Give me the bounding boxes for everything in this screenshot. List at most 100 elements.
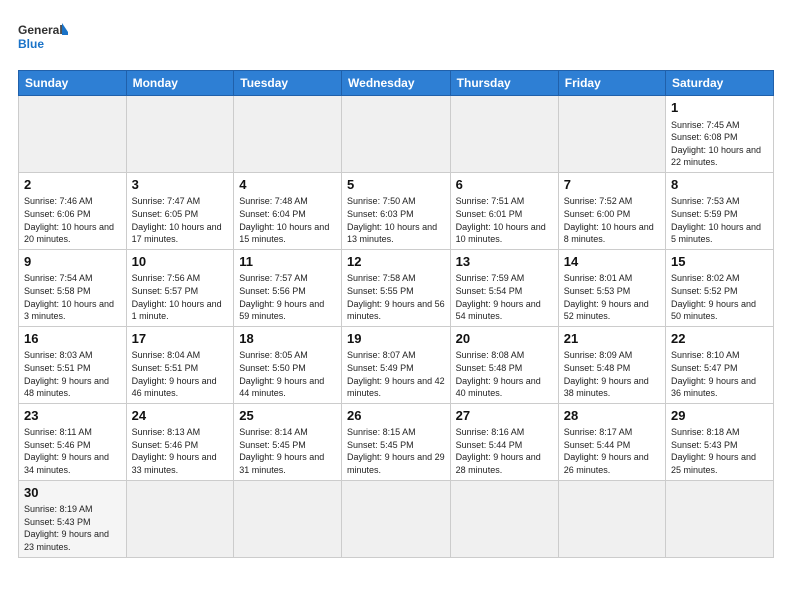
col-saturday: Saturday <box>666 71 774 96</box>
day-info: Sunrise: 8:16 AMSunset: 5:44 PMDaylight:… <box>456 426 553 476</box>
calendar-cell: 23Sunrise: 8:11 AMSunset: 5:46 PMDayligh… <box>19 403 127 480</box>
calendar-cell: 5Sunrise: 7:50 AMSunset: 6:03 PMDaylight… <box>342 172 451 249</box>
calendar-cell: 7Sunrise: 7:52 AMSunset: 6:00 PMDaylight… <box>558 172 665 249</box>
day-number: 28 <box>564 407 660 425</box>
week-row: 2Sunrise: 7:46 AMSunset: 6:06 PMDaylight… <box>19 172 774 249</box>
day-number: 27 <box>456 407 553 425</box>
calendar-cell <box>234 480 342 557</box>
calendar-cell: 22Sunrise: 8:10 AMSunset: 5:47 PMDayligh… <box>666 326 774 403</box>
calendar-cell: 6Sunrise: 7:51 AMSunset: 6:01 PMDaylight… <box>450 172 558 249</box>
calendar-cell: 19Sunrise: 8:07 AMSunset: 5:49 PMDayligh… <box>342 326 451 403</box>
calendar-cell: 25Sunrise: 8:14 AMSunset: 5:45 PMDayligh… <box>234 403 342 480</box>
calendar-cell: 18Sunrise: 8:05 AMSunset: 5:50 PMDayligh… <box>234 326 342 403</box>
calendar-cell <box>666 480 774 557</box>
day-info: Sunrise: 8:13 AMSunset: 5:46 PMDaylight:… <box>132 426 229 476</box>
day-info: Sunrise: 8:09 AMSunset: 5:48 PMDaylight:… <box>564 349 660 399</box>
col-thursday: Thursday <box>450 71 558 96</box>
calendar-cell <box>450 96 558 173</box>
calendar-cell: 20Sunrise: 8:08 AMSunset: 5:48 PMDayligh… <box>450 326 558 403</box>
day-info: Sunrise: 8:04 AMSunset: 5:51 PMDaylight:… <box>132 349 229 399</box>
calendar: Sunday Monday Tuesday Wednesday Thursday… <box>18 70 774 558</box>
calendar-cell: 30Sunrise: 8:19 AMSunset: 5:43 PMDayligh… <box>19 480 127 557</box>
header-row: Sunday Monday Tuesday Wednesday Thursday… <box>19 71 774 96</box>
week-row: 16Sunrise: 8:03 AMSunset: 5:51 PMDayligh… <box>19 326 774 403</box>
day-number: 23 <box>24 407 121 425</box>
day-info: Sunrise: 8:11 AMSunset: 5:46 PMDaylight:… <box>24 426 121 476</box>
calendar-cell: 8Sunrise: 7:53 AMSunset: 5:59 PMDaylight… <box>666 172 774 249</box>
calendar-cell <box>126 480 234 557</box>
calendar-cell: 21Sunrise: 8:09 AMSunset: 5:48 PMDayligh… <box>558 326 665 403</box>
day-number: 16 <box>24 330 121 348</box>
calendar-cell: 2Sunrise: 7:46 AMSunset: 6:06 PMDaylight… <box>19 172 127 249</box>
day-number: 5 <box>347 176 445 194</box>
day-info: Sunrise: 8:18 AMSunset: 5:43 PMDaylight:… <box>671 426 768 476</box>
day-number: 30 <box>24 484 121 502</box>
day-number: 10 <box>132 253 229 271</box>
week-row: 30Sunrise: 8:19 AMSunset: 5:43 PMDayligh… <box>19 480 774 557</box>
day-number: 14 <box>564 253 660 271</box>
day-number: 25 <box>239 407 336 425</box>
day-number: 26 <box>347 407 445 425</box>
week-row: 9Sunrise: 7:54 AMSunset: 5:58 PMDaylight… <box>19 249 774 326</box>
calendar-cell: 4Sunrise: 7:48 AMSunset: 6:04 PMDaylight… <box>234 172 342 249</box>
calendar-cell <box>558 480 665 557</box>
day-number: 29 <box>671 407 768 425</box>
calendar-cell: 27Sunrise: 8:16 AMSunset: 5:44 PMDayligh… <box>450 403 558 480</box>
calendar-cell <box>19 96 127 173</box>
day-info: Sunrise: 7:59 AMSunset: 5:54 PMDaylight:… <box>456 272 553 322</box>
day-number: 7 <box>564 176 660 194</box>
calendar-cell <box>342 480 451 557</box>
day-info: Sunrise: 7:52 AMSunset: 6:00 PMDaylight:… <box>564 195 660 245</box>
day-info: Sunrise: 8:17 AMSunset: 5:44 PMDaylight:… <box>564 426 660 476</box>
day-info: Sunrise: 7:56 AMSunset: 5:57 PMDaylight:… <box>132 272 229 322</box>
day-info: Sunrise: 8:08 AMSunset: 5:48 PMDaylight:… <box>456 349 553 399</box>
svg-text:General: General <box>18 23 63 37</box>
calendar-cell: 26Sunrise: 8:15 AMSunset: 5:45 PMDayligh… <box>342 403 451 480</box>
logo-svg: General Blue <box>18 18 68 60</box>
day-number: 19 <box>347 330 445 348</box>
col-monday: Monday <box>126 71 234 96</box>
day-info: Sunrise: 7:48 AMSunset: 6:04 PMDaylight:… <box>239 195 336 245</box>
day-number: 24 <box>132 407 229 425</box>
calendar-cell: 3Sunrise: 7:47 AMSunset: 6:05 PMDaylight… <box>126 172 234 249</box>
day-number: 1 <box>671 99 768 117</box>
col-friday: Friday <box>558 71 665 96</box>
day-number: 12 <box>347 253 445 271</box>
day-info: Sunrise: 7:58 AMSunset: 5:55 PMDaylight:… <box>347 272 445 322</box>
calendar-cell: 13Sunrise: 7:59 AMSunset: 5:54 PMDayligh… <box>450 249 558 326</box>
calendar-cell: 29Sunrise: 8:18 AMSunset: 5:43 PMDayligh… <box>666 403 774 480</box>
page: General Blue Sunday Monday Tuesday Wedne… <box>0 0 792 612</box>
day-info: Sunrise: 8:01 AMSunset: 5:53 PMDaylight:… <box>564 272 660 322</box>
day-info: Sunrise: 7:50 AMSunset: 6:03 PMDaylight:… <box>347 195 445 245</box>
day-number: 8 <box>671 176 768 194</box>
calendar-cell: 12Sunrise: 7:58 AMSunset: 5:55 PMDayligh… <box>342 249 451 326</box>
calendar-cell: 28Sunrise: 8:17 AMSunset: 5:44 PMDayligh… <box>558 403 665 480</box>
header: General Blue <box>18 18 774 60</box>
day-info: Sunrise: 8:15 AMSunset: 5:45 PMDaylight:… <box>347 426 445 476</box>
calendar-cell: 15Sunrise: 8:02 AMSunset: 5:52 PMDayligh… <box>666 249 774 326</box>
day-number: 20 <box>456 330 553 348</box>
day-number: 21 <box>564 330 660 348</box>
day-info: Sunrise: 8:02 AMSunset: 5:52 PMDaylight:… <box>671 272 768 322</box>
day-info: Sunrise: 7:54 AMSunset: 5:58 PMDaylight:… <box>24 272 121 322</box>
calendar-cell: 1 Sunrise: 7:45 AMSunset: 6:08 PMDaylight… <box>666 96 774 173</box>
day-number: 2 <box>24 176 121 194</box>
day-number: 22 <box>671 330 768 348</box>
day-info: Sunrise: 8:19 AMSunset: 5:43 PMDaylight:… <box>24 503 121 553</box>
day-number: 11 <box>239 253 336 271</box>
day-info: Sunrise: 7:53 AMSunset: 5:59 PMDaylight:… <box>671 195 768 245</box>
calendar-cell <box>342 96 451 173</box>
calendar-cell: 10Sunrise: 7:56 AMSunset: 5:57 PMDayligh… <box>126 249 234 326</box>
calendar-cell <box>558 96 665 173</box>
logo: General Blue <box>18 18 68 60</box>
day-info: Sunrise: 7:45 AMSunset: 6:08 PMDaylight:… <box>671 119 768 169</box>
day-info: Sunrise: 7:46 AMSunset: 6:06 PMDaylight:… <box>24 195 121 245</box>
calendar-cell <box>450 480 558 557</box>
calendar-cell <box>126 96 234 173</box>
day-number: 3 <box>132 176 229 194</box>
day-info: Sunrise: 8:03 AMSunset: 5:51 PMDaylight:… <box>24 349 121 399</box>
day-info: Sunrise: 8:14 AMSunset: 5:45 PMDaylight:… <box>239 426 336 476</box>
col-wednesday: Wednesday <box>342 71 451 96</box>
calendar-cell: 17Sunrise: 8:04 AMSunset: 5:51 PMDayligh… <box>126 326 234 403</box>
day-number: 4 <box>239 176 336 194</box>
